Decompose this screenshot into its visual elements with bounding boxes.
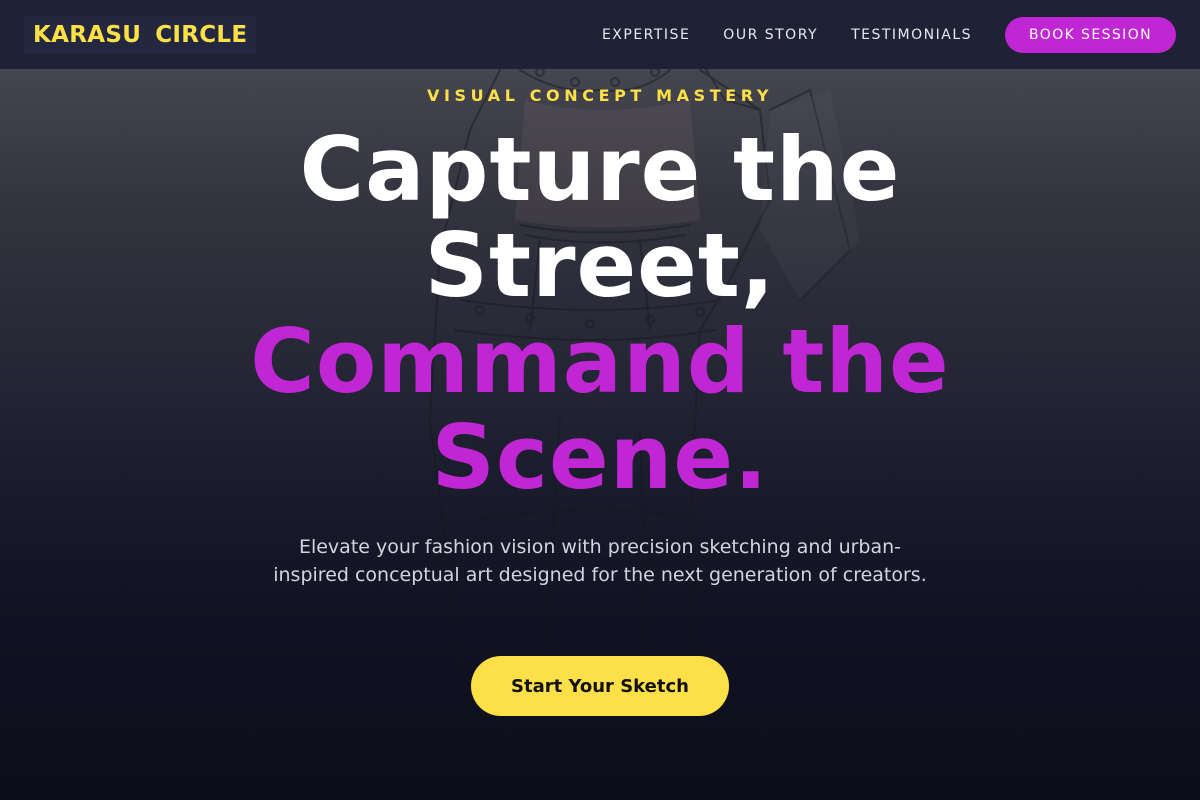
hero-section: VISUAL CONCEPT MASTERY Capture the Stree… [0, 69, 1200, 800]
logo-word-circle: CIRCLE [155, 21, 248, 48]
nav-link-our-story[interactable]: OUR STORY [723, 27, 818, 43]
headline-accent: Command the Scene. [250, 310, 950, 509]
start-sketch-button[interactable]: Start Your Sketch [471, 656, 729, 716]
headline-primary: Capture the Street, [299, 118, 901, 317]
book-session-button[interactable]: BOOK SESSION [1005, 16, 1176, 53]
nav-link-expertise[interactable]: EXPERTISE [602, 27, 690, 43]
logo-word-karasu: KARASU [33, 21, 142, 48]
nav-link-testimonials[interactable]: TESTIMONIALS [851, 27, 972, 43]
landing-page: KARASU CIRCLE EXPERTISE OUR STORY TESTIM… [0, 0, 1200, 800]
hero-headline: Capture the Street, Command the Scene. [150, 122, 1050, 506]
top-navigation: KARASU CIRCLE EXPERTISE OUR STORY TESTIM… [0, 0, 1200, 69]
brand-logo[interactable]: KARASU CIRCLE [24, 15, 257, 54]
hero-subtext: Elevate your fashion vision with precisi… [273, 536, 927, 586]
hero-eyebrow: VISUAL CONCEPT MASTERY [426, 86, 774, 105]
nav-links: EXPERTISE OUR STORY TESTIMONIALS BOOK SE… [569, 16, 1176, 53]
